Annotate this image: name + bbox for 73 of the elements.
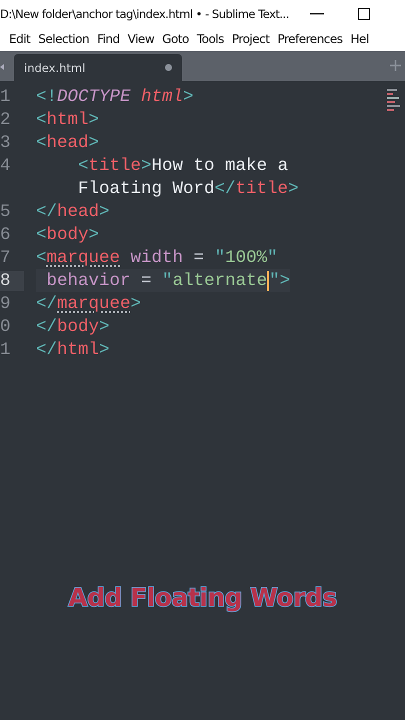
code-string: alternate: [172, 270, 268, 290]
menu-item[interactable]: Tools: [196, 32, 224, 46]
code-punctuation: ": [162, 270, 173, 290]
code-punctuation: >: [130, 294, 142, 314]
code-punctuation: </: [36, 340, 58, 360]
code-tag: body: [46, 224, 89, 244]
code-tag: marquee: [57, 294, 131, 314]
code-punctuation: </: [214, 178, 236, 198]
code-punctuation: <: [36, 110, 47, 130]
menu-item[interactable]: Preferences: [277, 32, 343, 46]
code-attribute: width: [130, 248, 184, 268]
line-number: 0: [0, 316, 12, 336]
code-attribute: behavior: [46, 270, 132, 290]
code-string: 100%: [225, 248, 268, 268]
code-punctuation: >: [99, 340, 110, 360]
code-tag: title: [236, 178, 288, 198]
code-punctuation: >: [88, 110, 100, 130]
code-punctuation: >: [88, 132, 100, 152]
code-punctuation: >: [183, 86, 194, 106]
code-punctuation: >: [141, 156, 152, 176]
code-keyword: DOCTYPE: [57, 86, 132, 106]
code-punctuation: <: [36, 224, 47, 244]
code-tag: html: [57, 340, 100, 360]
line-number: 1: [0, 340, 12, 360]
code-tag: title: [88, 156, 142, 176]
code-punctuation: ": [267, 248, 278, 268]
code-punctuation: >: [88, 224, 100, 244]
menu-item[interactable]: Project: [232, 32, 270, 46]
line-number: 3: [0, 132, 12, 152]
minimize-icon[interactable]: [310, 12, 324, 14]
line-number: 8: [0, 270, 24, 290]
file-tab[interactable]: index.html: [14, 54, 182, 81]
text-cursor: [267, 270, 270, 290]
code-punctuation: </: [36, 316, 58, 336]
menu-item[interactable]: View: [128, 32, 154, 46]
code-punctuation: <: [36, 132, 47, 152]
code-tag: html: [141, 86, 184, 106]
code-tag: html: [46, 110, 89, 130]
code-operator: =: [194, 248, 206, 268]
line-number: 6: [0, 224, 12, 244]
code-punctuation: >: [99, 316, 110, 336]
code-punctuation: </: [36, 294, 58, 314]
line-number: 2: [0, 110, 12, 130]
code-tag: head: [57, 202, 100, 222]
line-number: 1: [0, 86, 12, 106]
menu-item[interactable]: Edit: [9, 32, 30, 46]
code-punctuation: </: [36, 202, 58, 222]
code-tag: body: [57, 316, 100, 336]
caption-text: Add Floating Words: [67, 583, 338, 612]
code-punctuation: <: [78, 156, 89, 176]
menu-item[interactable]: Selection: [38, 32, 90, 46]
code-text: How to make a: [152, 156, 288, 176]
code-tag: head: [46, 132, 89, 152]
code-operator: =: [141, 270, 153, 290]
menu-item[interactable]: Goto: [162, 32, 189, 46]
maximize-icon[interactable]: [358, 8, 370, 20]
minimap-drawing: [387, 89, 401, 111]
code-punctuation: <!: [36, 86, 58, 106]
menu-item[interactable]: Hel: [350, 32, 369, 46]
code-tag: marquee: [46, 248, 120, 268]
code-punctuation: >: [288, 178, 299, 198]
menu-item[interactable]: Find: [97, 32, 120, 46]
code-punctuation: ">: [269, 270, 290, 290]
tab-scroll-left-icon[interactable]: [0, 64, 4, 70]
code-punctuation: ": [214, 248, 226, 268]
code-punctuation: >: [99, 202, 110, 222]
line-number: 5: [0, 202, 12, 222]
line-number: 7: [0, 248, 12, 268]
code-text: Floating Word: [78, 178, 215, 198]
line-number: 4: [0, 156, 12, 176]
line-number: 9: [0, 294, 12, 314]
code-punctuation: <: [36, 248, 47, 268]
window-title: D:\New folder\anchor tag\index.html • - Sublime Text...: [0, 6, 290, 20]
